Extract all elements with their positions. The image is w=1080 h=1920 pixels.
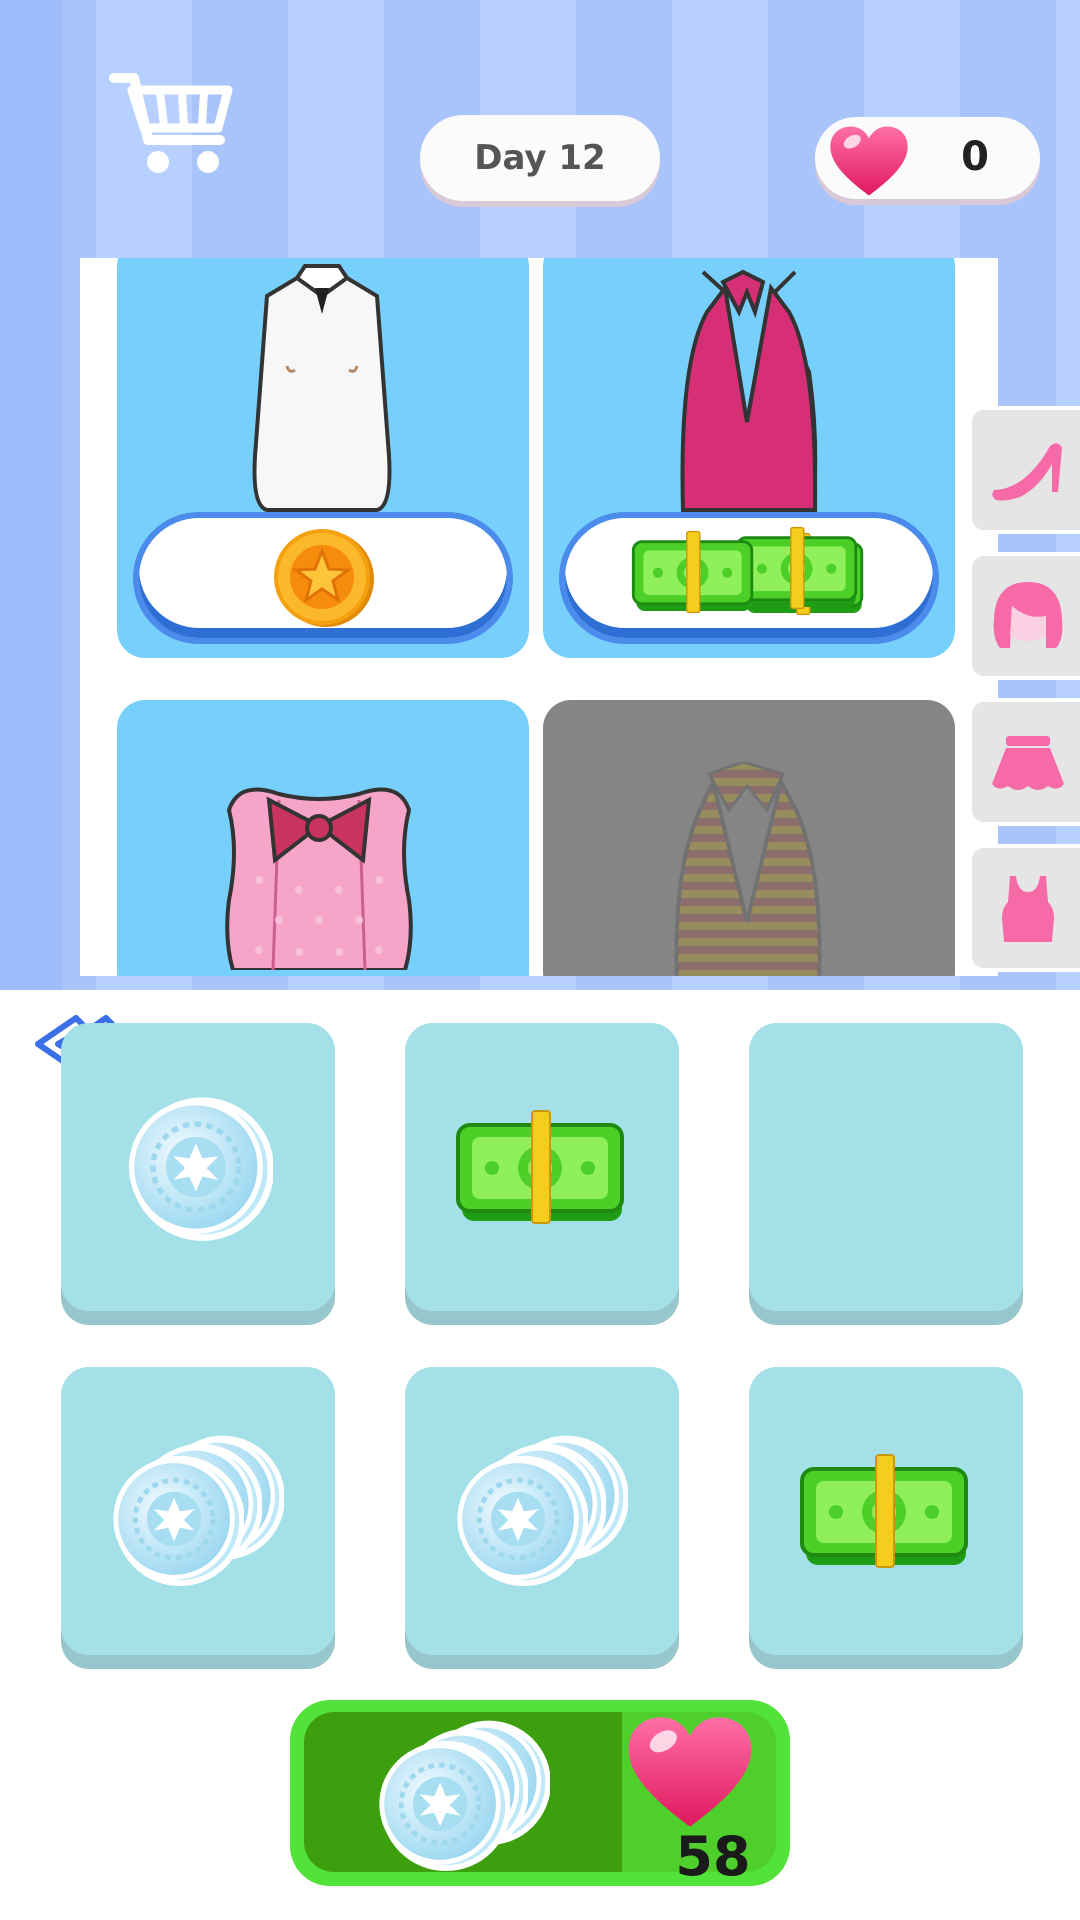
reward-tile-3[interactable] (749, 1023, 1023, 1311)
likes-count: 0 (961, 134, 989, 180)
shop-panel (80, 258, 998, 976)
price-button[interactable] (139, 518, 507, 638)
skirt-icon (992, 736, 1064, 790)
reward-summary-bar[interactable]: 58 (290, 1700, 790, 1888)
silver-coin-icon (123, 1092, 273, 1242)
shop-item-pink-bow-corset[interactable] (117, 700, 529, 976)
reward-tile-1[interactable] (61, 1023, 335, 1311)
tank-top-icon (1002, 876, 1054, 942)
cash-stack-icon (631, 526, 864, 616)
category-tab-shoes[interactable] (968, 406, 1080, 534)
silver-coins-pile-icon (108, 1431, 288, 1591)
price-button[interactable] (565, 518, 933, 638)
category-tab-skirts[interactable] (968, 698, 1080, 826)
heart-icon (622, 1712, 758, 1832)
left-backdrop-strip (0, 0, 62, 990)
gold-star-coin-icon (274, 529, 374, 627)
pink-halter-top-image (680, 269, 818, 512)
shop-item-striped-halter-top[interactable] (543, 700, 955, 976)
shop-item-pink-halter-top[interactable] (543, 258, 955, 658)
reward-tile-2[interactable] (405, 1023, 679, 1311)
reward-tile-5[interactable] (405, 1367, 679, 1655)
shop-item-white-collar-tank[interactable] (117, 258, 529, 658)
silver-coins-pile-icon (452, 1431, 632, 1591)
striped-halter-top-image (674, 762, 822, 976)
day-indicator: Day 12 (420, 115, 660, 201)
shopping-cart-icon[interactable] (108, 70, 238, 180)
day-label: Day 12 (474, 138, 606, 178)
summary-total: 58 (675, 1824, 751, 1888)
high-heel-icon (992, 443, 1062, 501)
summary-coin-panel (304, 1712, 622, 1872)
pink-bow-corset-image (225, 787, 413, 970)
cash-bundle-icon (796, 1451, 976, 1571)
cash-bundle-icon (452, 1107, 632, 1227)
likes-counter: 0 (815, 117, 1040, 199)
reward-tile-6[interactable] (749, 1367, 1023, 1655)
reward-tile-4[interactable] (61, 1367, 335, 1655)
wig-icon (993, 582, 1063, 648)
white-collar-tank-image (252, 264, 392, 512)
category-tab-hair[interactable] (968, 552, 1080, 680)
silver-coins-pile-icon (374, 1716, 554, 1876)
heart-icon (827, 123, 911, 199)
category-tab-tops[interactable] (968, 844, 1080, 972)
